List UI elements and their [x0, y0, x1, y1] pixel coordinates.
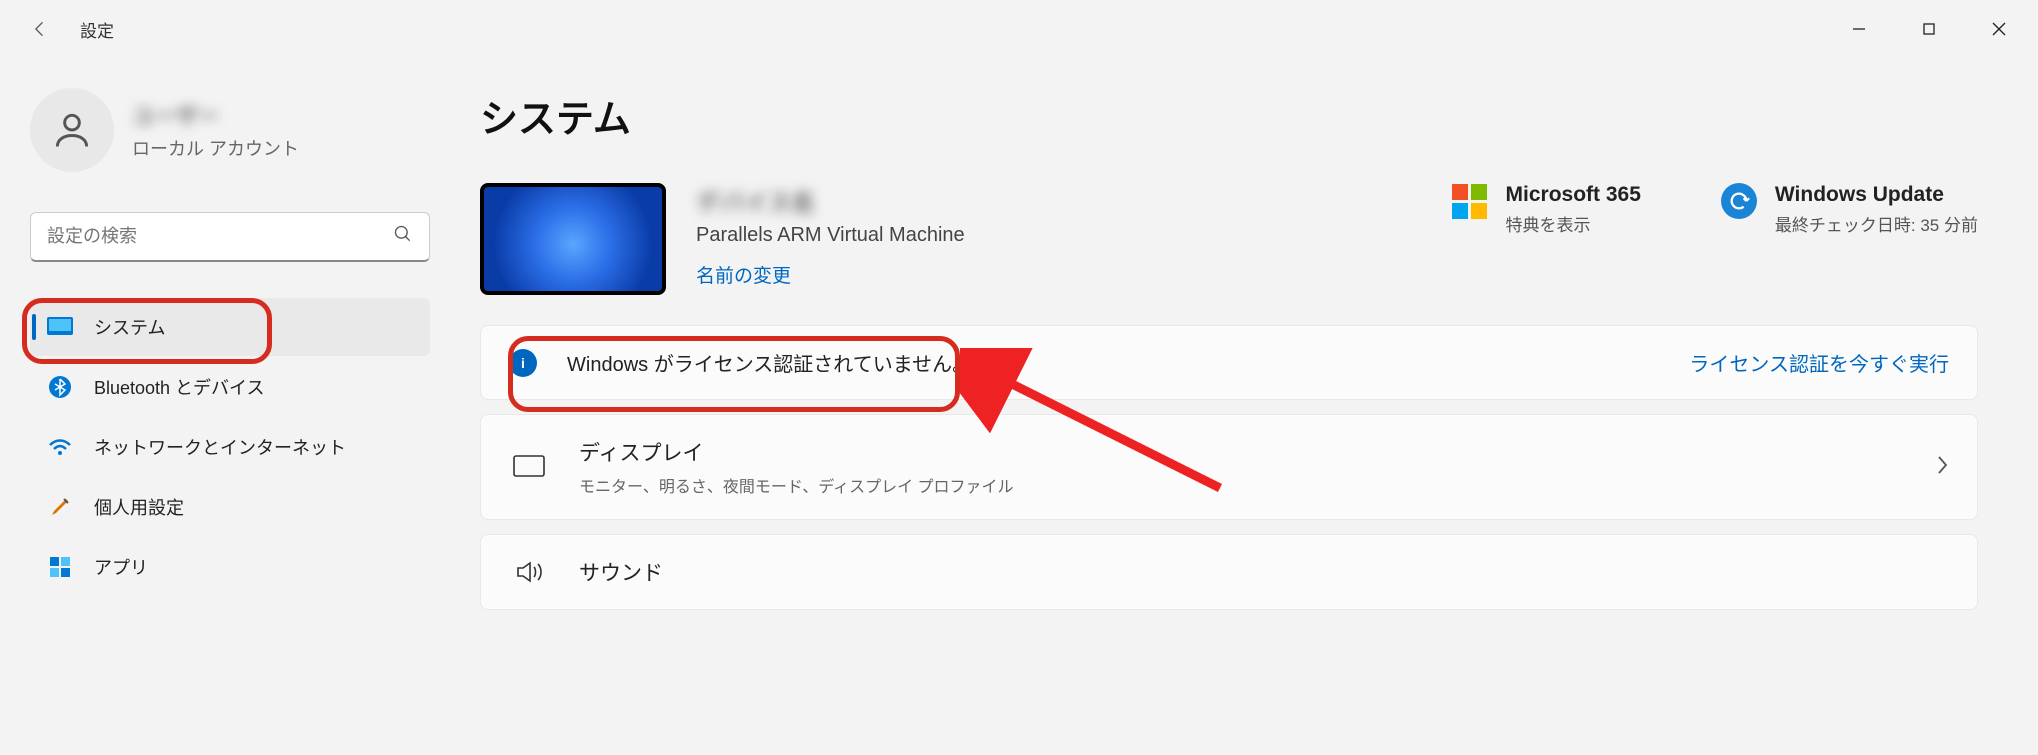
- device-summary: デバイス名 Parallels ARM Virtual Machine 名前の変…: [480, 183, 1978, 295]
- close-button[interactable]: [1964, 6, 2034, 52]
- microsoft-logo-icon: [1452, 183, 1488, 219]
- content-area: システム デバイス名 Parallels ARM Virtual Machine…: [450, 58, 2038, 610]
- nav-label: システム: [94, 314, 165, 340]
- nav-item-personalization[interactable]: 個人用設定: [30, 478, 430, 536]
- setting-display[interactable]: ディスプレイ モニター、明るさ、夜間モード、ディスプレイ プロファイル: [480, 414, 1978, 520]
- nav-label: アプリ: [94, 554, 148, 580]
- back-button[interactable]: [28, 17, 52, 41]
- apps-icon: [46, 553, 74, 581]
- sound-icon: [509, 559, 549, 585]
- activation-message: Windows がライセンス認証されていません。: [567, 348, 972, 377]
- nav-label: Bluetooth とデバイス: [94, 374, 265, 400]
- search-input[interactable]: [47, 226, 393, 247]
- nav-list: システム Bluetooth とデバイス ネットワークとインターネット 個人用設…: [30, 298, 430, 596]
- app-title: 設定: [80, 17, 114, 42]
- search-box[interactable]: [30, 212, 430, 262]
- windows-update-icon: [1721, 183, 1757, 219]
- device-name: デバイス名: [696, 183, 965, 218]
- card-windows-update[interactable]: Windows Update 最終チェック日時: 35 分前: [1721, 183, 1978, 236]
- nav-label: ネットワークとインターネット: [94, 434, 346, 460]
- page-title: システム: [480, 88, 1978, 143]
- sidebar: ユーザー ローカル アカウント システム Bluetooth とデバイス: [0, 58, 450, 610]
- bluetooth-icon: [46, 373, 74, 401]
- card-title: Windows Update: [1775, 183, 1978, 207]
- rename-link[interactable]: 名前の変更: [696, 261, 965, 288]
- nav-item-bluetooth[interactable]: Bluetooth とデバイス: [30, 358, 430, 416]
- account-type: ローカル アカウント: [132, 135, 299, 161]
- setting-title: サウンド: [579, 557, 663, 587]
- chevron-right-icon: [1935, 454, 1949, 481]
- brush-icon: [46, 493, 74, 521]
- titlebar: 設定: [0, 0, 2038, 58]
- device-thumbnail: [480, 183, 666, 295]
- nav-item-system[interactable]: システム: [30, 298, 430, 356]
- card-microsoft365[interactable]: Microsoft 365 特典を表示: [1452, 183, 1641, 236]
- search-icon: [393, 224, 413, 249]
- card-sub: 特典を表示: [1506, 211, 1641, 236]
- minimize-button[interactable]: [1824, 6, 1894, 52]
- setting-sound[interactable]: サウンド: [480, 534, 1978, 610]
- info-icon: i: [509, 349, 537, 377]
- wifi-icon: [46, 433, 74, 461]
- activate-now-link[interactable]: ライセンス認証を今すぐ実行: [1689, 348, 1949, 377]
- system-icon: [46, 313, 74, 341]
- account-name: ユーザー: [132, 99, 299, 131]
- window-controls: [1824, 6, 2034, 52]
- card-title: Microsoft 365: [1506, 183, 1641, 207]
- card-sub: 最終チェック日時: 35 分前: [1775, 211, 1978, 236]
- activation-panel[interactable]: i Windows がライセンス認証されていません。 ライセンス認証を今すぐ実行: [480, 325, 1978, 400]
- nav-label: 個人用設定: [94, 494, 184, 520]
- maximize-button[interactable]: [1894, 6, 1964, 52]
- account-block[interactable]: ユーザー ローカル アカウント: [30, 88, 430, 172]
- nav-item-network[interactable]: ネットワークとインターネット: [30, 418, 430, 476]
- nav-item-apps[interactable]: アプリ: [30, 538, 430, 596]
- device-model: Parallels ARM Virtual Machine: [696, 224, 965, 247]
- display-icon: [509, 454, 549, 480]
- avatar: [30, 88, 114, 172]
- setting-sub: モニター、明るさ、夜間モード、ディスプレイ プロファイル: [579, 473, 1014, 497]
- setting-title: ディスプレイ: [579, 437, 1014, 467]
